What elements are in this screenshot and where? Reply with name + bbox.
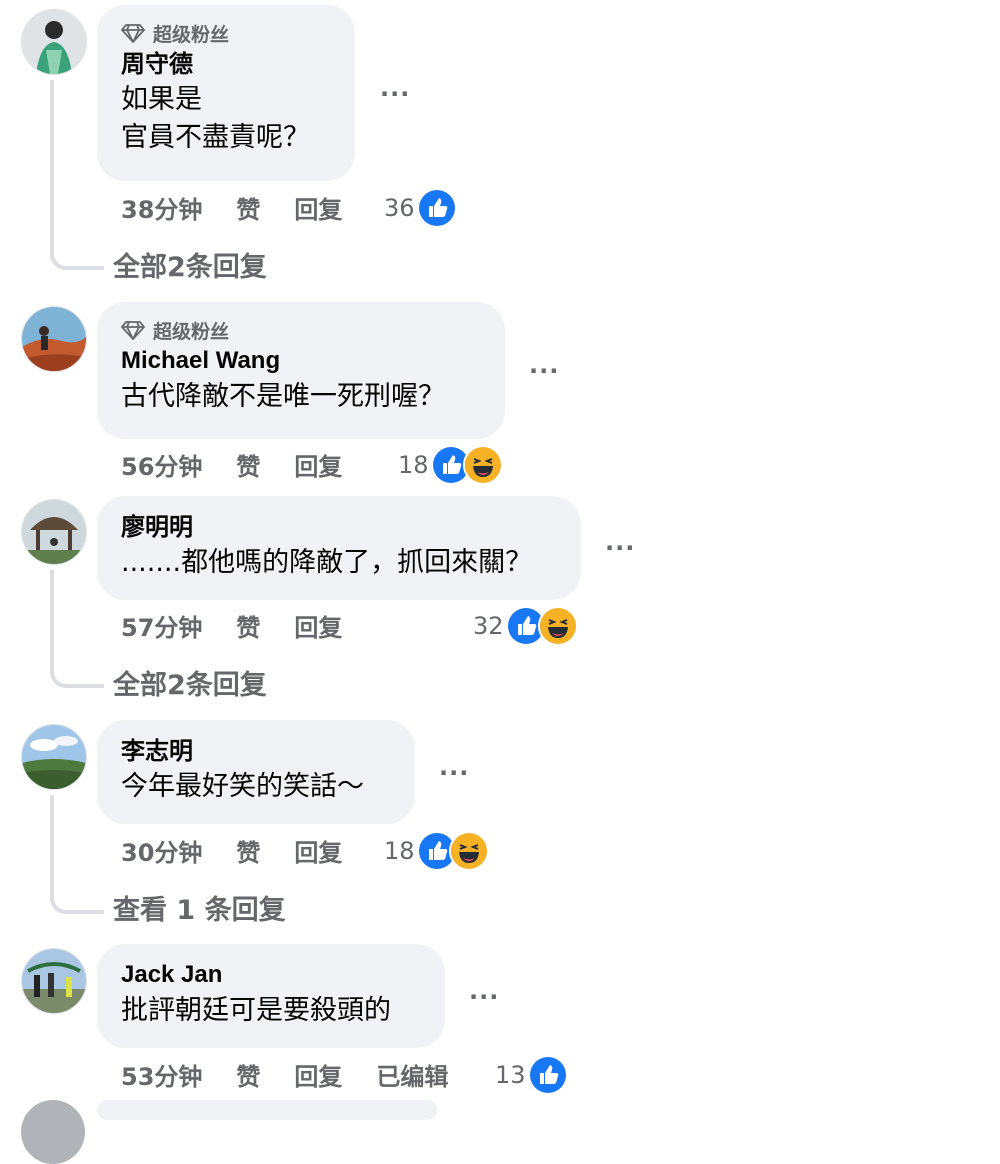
avatar[interactable] xyxy=(21,724,87,790)
reaction-summary[interactable]: 13 xyxy=(495,1055,568,1095)
reaction-count: 36 xyxy=(384,194,415,222)
comment-author[interactable]: 周守德 xyxy=(121,47,331,81)
comment-bubble: 廖明明 .......都他嗎的降敵了，抓回來關？ xyxy=(97,496,581,600)
comment-time[interactable]: 38分钟 xyxy=(121,190,202,225)
thread-connector xyxy=(50,222,104,270)
avatar[interactable] xyxy=(21,9,87,75)
more-options-button[interactable]: ··· xyxy=(439,759,469,787)
view-replies-link[interactable]: 全部2条回复 xyxy=(113,245,267,284)
edited-label: 已编辑 xyxy=(376,1062,449,1091)
thread-connector xyxy=(50,866,104,914)
comment-bubble: Jack Jan 批評朝廷可是要殺頭的 xyxy=(97,944,445,1048)
comment-author[interactable]: Jack Jan xyxy=(121,958,421,992)
avatar[interactable] xyxy=(21,306,87,372)
comment-author[interactable]: 廖明明 xyxy=(121,510,557,544)
comment-bubble: 李志明 今年最好笑的笑話～ xyxy=(97,720,415,824)
comment-time[interactable]: 56分钟 xyxy=(121,447,202,482)
reaction-count: 18 xyxy=(384,837,415,865)
comment-time[interactable]: 30分钟 xyxy=(121,833,202,868)
thread-line xyxy=(50,80,54,230)
like-button[interactable]: 赞 xyxy=(236,608,260,643)
comment-time[interactable]: 53分钟 xyxy=(121,1057,202,1092)
comment-actions: 30分钟 赞 回复 xyxy=(121,830,376,870)
more-options-button[interactable]: ··· xyxy=(529,357,559,385)
more-options-button[interactable]: ··· xyxy=(469,983,499,1011)
reply-button[interactable]: 回复 xyxy=(294,608,342,643)
reaction-summary[interactable]: 32 xyxy=(473,606,578,646)
comment-bubble: 超级粉丝 Michael Wang 古代降敵不是唯一死刑喔？ xyxy=(97,302,505,439)
comment-actions: 53分钟 赞 回复 已编辑 xyxy=(121,1054,482,1094)
avatar[interactable] xyxy=(21,499,87,565)
comment-text: 今年最好笑的笑話～ xyxy=(121,771,364,802)
reply-button[interactable]: 回复 xyxy=(294,833,342,868)
diamond-icon xyxy=(121,24,145,43)
more-options-button[interactable]: ··· xyxy=(605,534,635,562)
comment-text: .......都他嗎的降敵了，抓回來關？ xyxy=(121,547,533,578)
reply-button[interactable]: 回复 xyxy=(294,1057,342,1092)
like-icon xyxy=(416,188,457,228)
reply-button[interactable]: 回复 xyxy=(294,447,342,482)
reaction-summary[interactable]: 18 xyxy=(398,445,503,485)
reaction-summary[interactable]: 18 xyxy=(384,831,489,871)
like-button[interactable]: 赞 xyxy=(236,447,260,482)
comment-bubble xyxy=(97,1100,437,1120)
super-fan-badge: 超级粉丝 xyxy=(121,316,481,344)
like-button[interactable]: 赞 xyxy=(236,1057,260,1092)
super-fan-badge: 超级粉丝 xyxy=(121,19,331,47)
comment-text: 如果是 官員不盡責呢？ xyxy=(121,84,310,153)
comment-actions: 38分钟 赞 回复 xyxy=(121,187,376,227)
reaction-count: 13 xyxy=(495,1061,526,1089)
view-replies-link[interactable]: 查看 1 条回复 xyxy=(113,888,286,927)
comment-actions: 56分钟 赞 回复 xyxy=(121,444,376,484)
haha-icon xyxy=(537,606,578,646)
comment-bubble: 超级粉丝 周守德 如果是 官員不盡責呢？ xyxy=(97,5,355,181)
comment-time[interactable]: 57分钟 xyxy=(121,608,202,643)
comment-author[interactable]: 李志明 xyxy=(121,734,391,768)
haha-icon xyxy=(448,831,489,871)
comment-text: 批評朝廷可是要殺頭的 xyxy=(121,995,391,1026)
diamond-icon xyxy=(121,321,145,340)
thread-connector xyxy=(50,640,104,688)
like-button[interactable]: 赞 xyxy=(236,833,260,868)
reaction-count: 18 xyxy=(398,451,429,479)
reaction-summary[interactable]: 36 xyxy=(384,188,457,228)
comment-text: 古代降敵不是唯一死刑喔？ xyxy=(121,381,445,412)
reaction-count: 32 xyxy=(473,612,504,640)
comment-author[interactable]: Michael Wang xyxy=(121,344,481,378)
view-replies-link[interactable]: 全部2条回复 xyxy=(113,663,267,702)
like-icon xyxy=(527,1055,568,1095)
like-button[interactable]: 赞 xyxy=(236,190,260,225)
avatar[interactable] xyxy=(21,948,87,1014)
more-options-button[interactable]: ··· xyxy=(380,80,410,108)
haha-icon xyxy=(462,445,503,485)
comment-actions: 57分钟 赞 回复 xyxy=(121,605,376,645)
reply-button[interactable]: 回复 xyxy=(294,190,342,225)
